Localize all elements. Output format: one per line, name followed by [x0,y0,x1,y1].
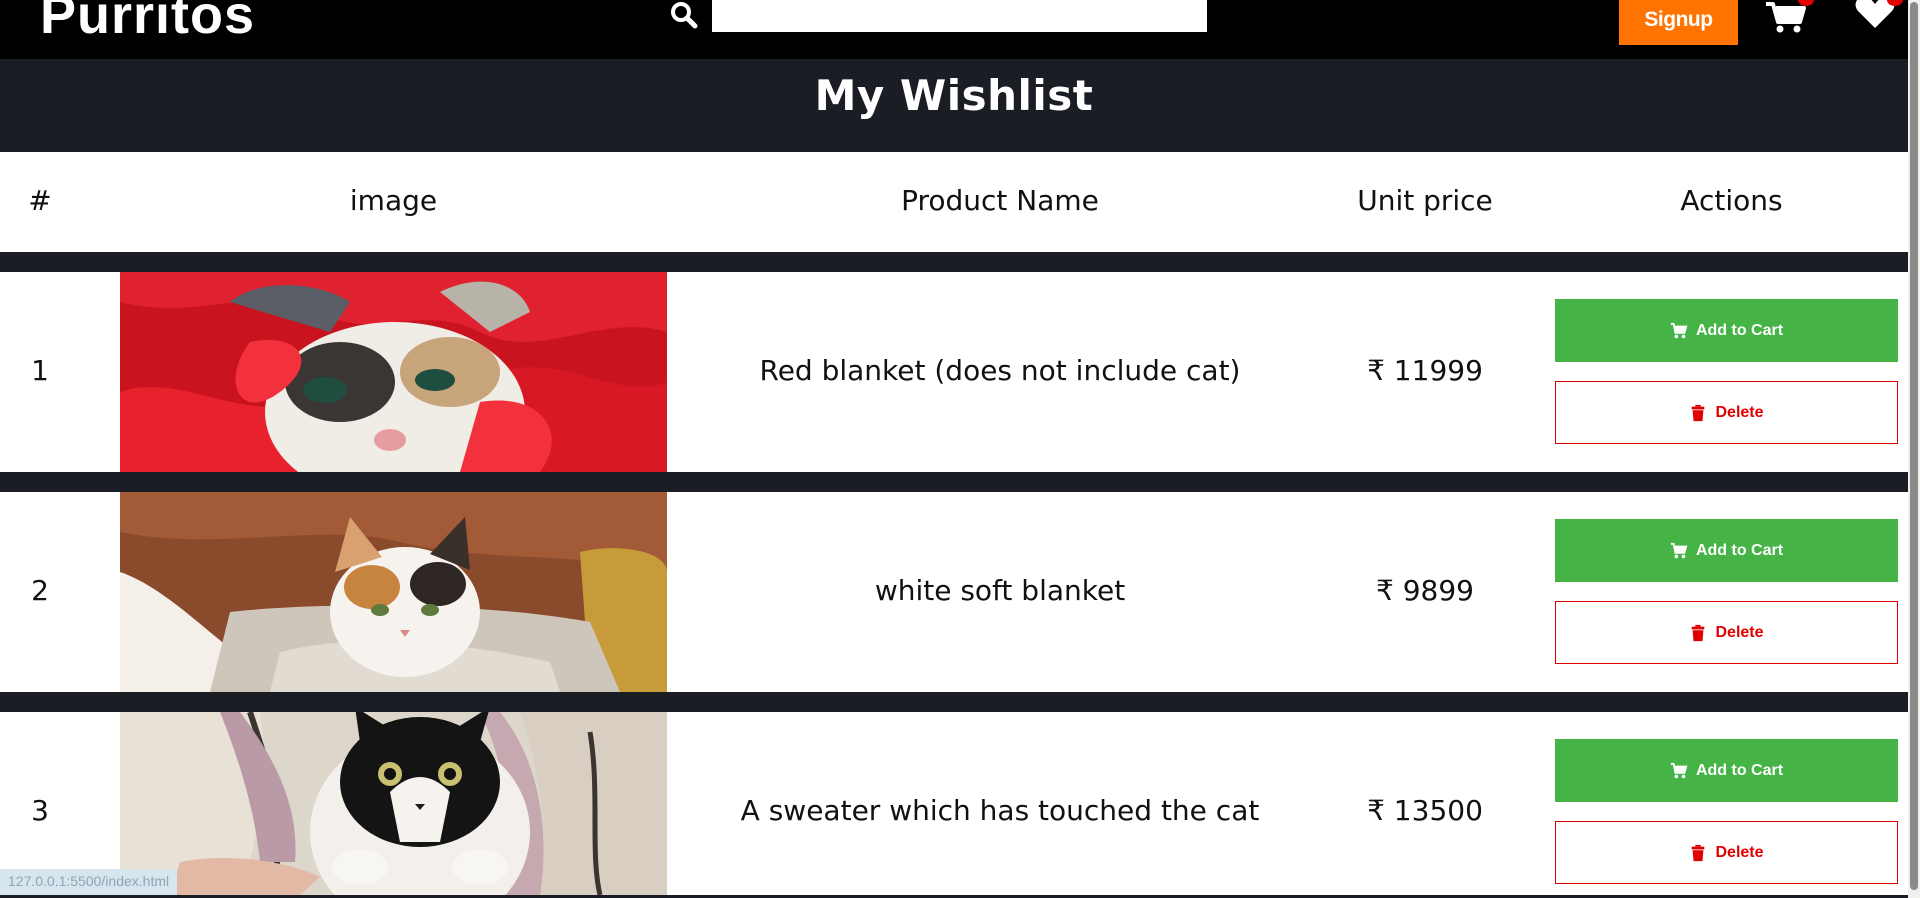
cart-icon [1670,322,1688,338]
add-to-cart-button[interactable]: Add to Cart [1555,299,1898,362]
cart-icon [1670,542,1688,558]
add-to-cart-button[interactable]: Add to Cart [1555,739,1898,802]
product-name: A sweater which has touched the cat [740,794,1260,827]
add-to-cart-label: Add to Cart [1695,541,1784,559]
row-divider [0,252,1908,272]
status-url: 127.0.0.1:5500/index.html [0,869,178,895]
search-input[interactable] [712,0,1207,32]
row-divider [0,472,1908,492]
row-divider [0,692,1908,712]
table-row: 2 white soft blanket ₹ 9899 Add to Cart … [0,492,1908,692]
add-to-cart-button[interactable]: Add to Cart [1555,519,1898,582]
product-image [120,272,667,472]
header-number: # [28,184,52,217]
product-name: white soft blanket [874,574,1126,607]
brand-logo[interactable]: Purritos [40,0,255,46]
table-row: 3 A sweater which has touched the cat ₹ [0,712,1908,895]
trash-icon [1692,624,1705,641]
product-name: Red blanket (does not include cat) [759,354,1241,387]
product-price: ₹ 11999 [1367,354,1483,387]
search-icon[interactable] [668,0,702,30]
delete-button[interactable]: Delete [1555,601,1898,664]
row-number: 1 [31,354,49,387]
trash-icon [1692,404,1705,421]
vertical-scrollbar-thumb[interactable] [1910,2,1918,890]
table-header: # image Product Name Unit price Actions [0,152,1908,252]
delete-label: Delete [1715,843,1764,861]
delete-button[interactable]: Delete [1555,381,1898,444]
add-to-cart-label: Add to Cart [1695,321,1784,339]
cart-icon [1670,762,1688,778]
page-title: My Wishlist [814,71,1094,120]
header-product-name: Product Name [901,184,1099,217]
row-number: 2 [31,574,49,607]
title-band: My Wishlist [0,59,1908,152]
delete-label: Delete [1715,623,1764,641]
product-price: ₹ 13500 [1367,794,1483,827]
product-image [120,712,667,895]
header-actions: Actions [1680,184,1783,217]
table-row: 1 Red blanket (does not include cat) ₹ 1… [0,272,1908,472]
delete-label: Delete [1715,403,1764,421]
signup-button[interactable]: Signup [1619,0,1738,45]
product-image [120,492,667,692]
header-unit-price: Unit price [1357,184,1493,217]
product-price: ₹ 9899 [1376,574,1474,607]
header-image: image [349,184,438,217]
row-number: 3 [31,794,49,827]
delete-button[interactable]: Delete [1555,821,1898,884]
top-navbar: Purritos Signup [0,0,1908,59]
add-to-cart-label: Add to Cart [1695,761,1784,779]
trash-icon [1692,844,1705,861]
